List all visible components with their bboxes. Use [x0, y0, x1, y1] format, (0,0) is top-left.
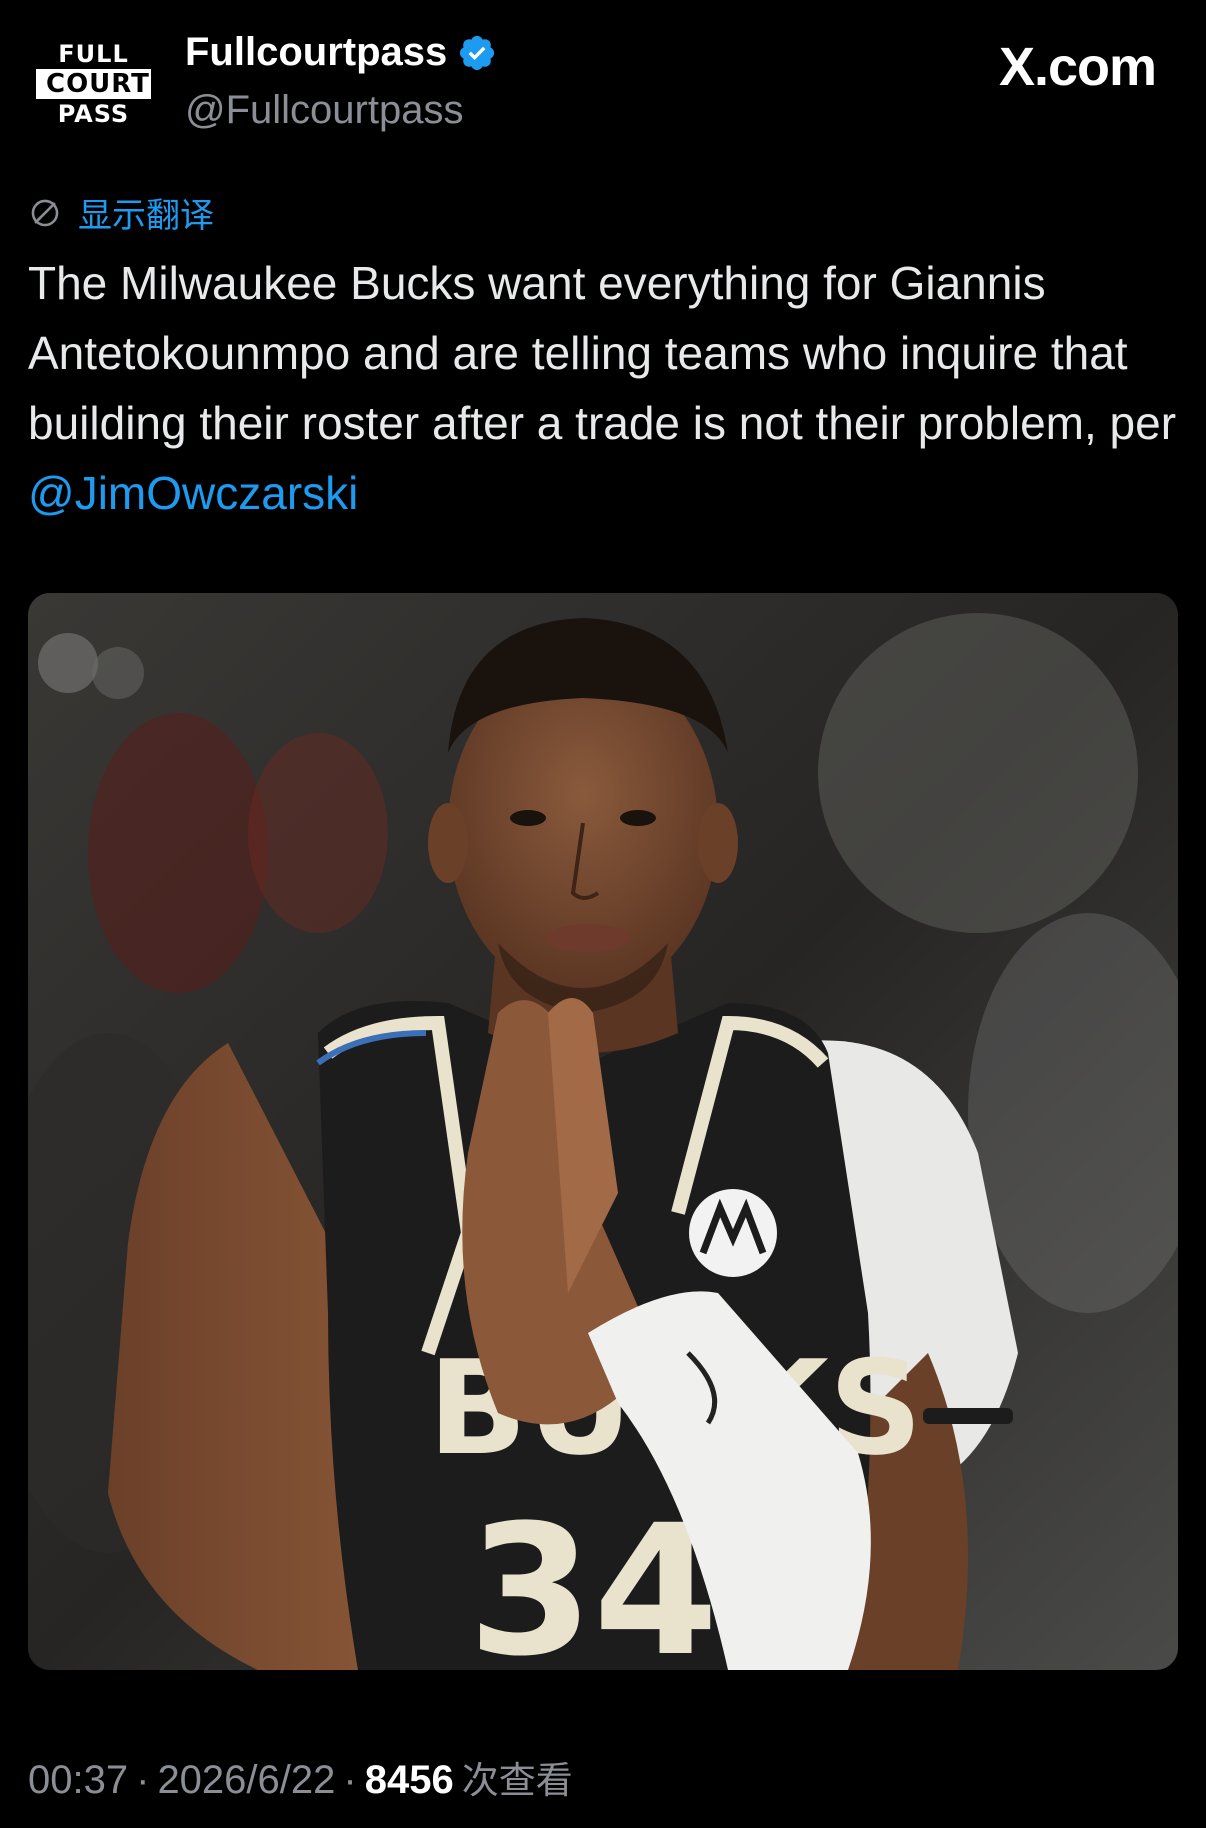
mention-link[interactable]: @JimOwczarski — [28, 467, 358, 519]
tweet-photo[interactable]: BUCKS 34 — [28, 593, 1178, 1670]
player-photo-illustration: BUCKS 34 — [28, 593, 1178, 1670]
meta-separator: · — [136, 1758, 150, 1802]
author-handle[interactable]: @Fullcourtpass — [185, 88, 463, 133]
globe-icon — [31, 199, 59, 226]
show-translation-label[interactable]: 显示翻译 — [78, 188, 214, 237]
avatar-line-1: FULL — [58, 40, 129, 68]
author-avatar[interactable]: FULL COURT PASS — [26, 38, 161, 130]
author-display-name[interactable]: Fullcourtpass — [185, 30, 447, 75]
author-display-name-row[interactable]: Fullcourtpass — [185, 30, 497, 75]
avatar-line-3: PASS — [57, 100, 130, 128]
tweet-card: FULL COURT PASS Fullcourtpass @Fullcourt… — [0, 0, 1206, 1828]
tweet-text-body: The Milwaukee Bucks want everything for … — [28, 257, 1177, 449]
meta-separator: · — [343, 1758, 357, 1802]
site-label: X.com — [998, 37, 1157, 97]
tweet-text: The Milwaukee Bucks want everything for … — [28, 248, 1178, 528]
views-count: 8456 — [364, 1758, 454, 1802]
verified-badge-icon — [460, 35, 495, 70]
show-translation-button[interactable]: 显示翻译 — [28, 188, 214, 237]
tweet-meta: 00:37 · 2026/6/22 · 8456 次查看 — [28, 1750, 573, 1804]
tweet-time[interactable]: 00:37 — [28, 1758, 128, 1803]
tweet-date[interactable]: 2026/6/22 — [157, 1758, 335, 1803]
views-label: 次查看 — [461, 1759, 573, 1802]
avatar-line-2: COURT — [36, 69, 151, 99]
